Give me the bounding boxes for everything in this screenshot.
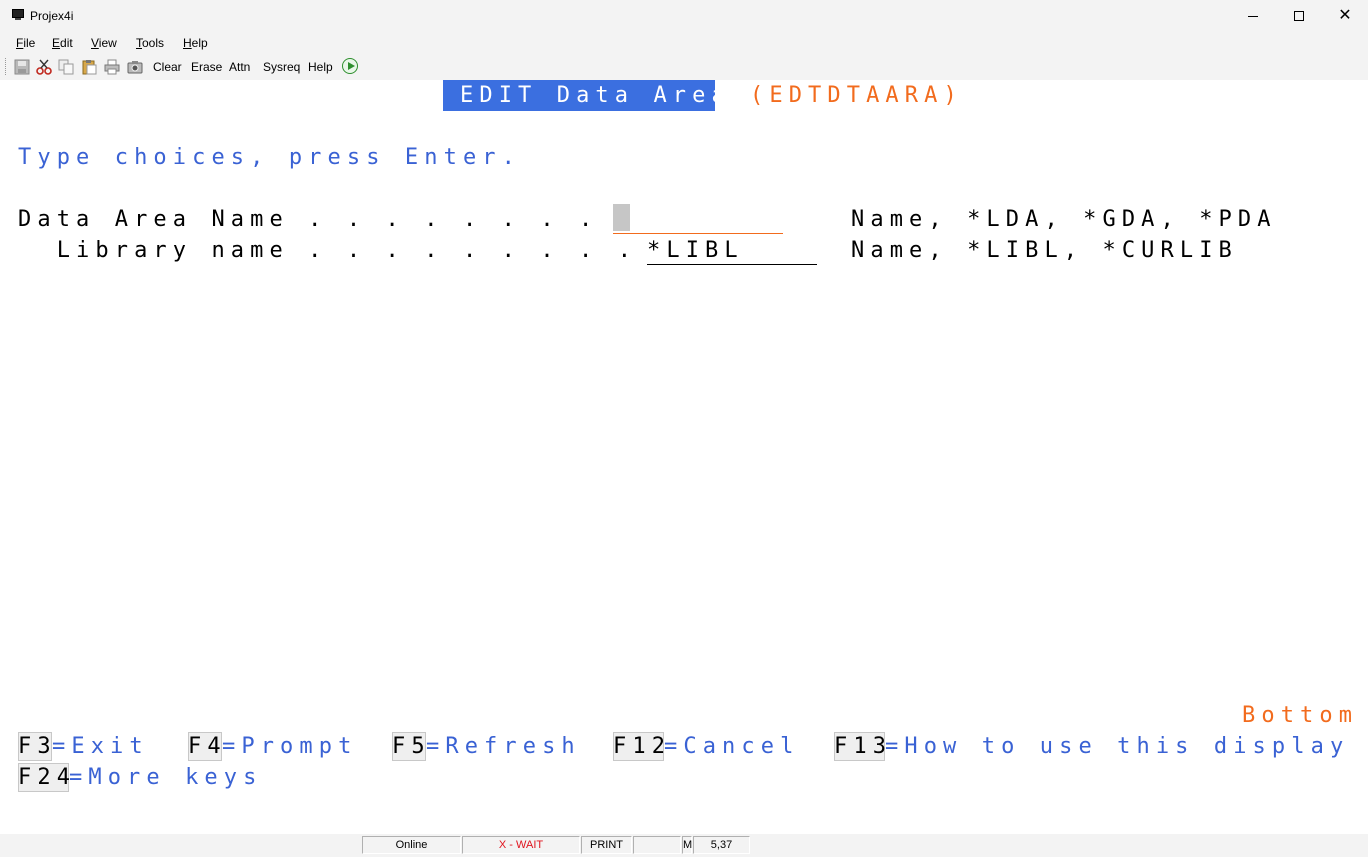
library-name-hint: Name, *LIBL, *CURLIB	[851, 238, 1238, 263]
fkey-f13-text: =How to use this display	[885, 734, 1350, 759]
status-blank	[633, 836, 681, 854]
status-mode: M	[682, 836, 692, 854]
fkey-f13-key: F13	[834, 734, 893, 759]
play-icon[interactable]	[342, 58, 358, 74]
data-area-name-underline	[613, 233, 783, 234]
library-name-label: Library name . . . . . . . . .	[18, 238, 638, 263]
fkey-f12-key: F12	[613, 734, 672, 759]
menu-file[interactable]: File	[16, 36, 35, 50]
sysreq-button[interactable]: Sysreq	[263, 60, 300, 74]
close-icon: ✕	[1338, 7, 1352, 24]
close-button[interactable]: ✕	[1322, 0, 1368, 32]
title-bar: Projex4i ✕	[0, 0, 1368, 32]
attn-button[interactable]: Attn	[229, 60, 250, 74]
menu-view[interactable]: View	[91, 36, 117, 50]
fkey-f12-text: =Cancel	[664, 734, 800, 759]
library-name-input[interactable]: *LIBL	[647, 235, 744, 266]
cut-icon[interactable]	[36, 59, 52, 75]
fkey-f24-key: F24	[18, 765, 77, 790]
status-print: PRINT	[581, 836, 632, 854]
fkey-f24-text: =More keys	[69, 765, 263, 790]
instruction-text: Type choices, press Enter.	[18, 145, 521, 170]
maximize-icon	[1294, 11, 1304, 21]
fkey-f5-text: =Refresh	[426, 734, 581, 759]
camera-icon[interactable]	[127, 59, 143, 75]
copy-icon[interactable]	[58, 59, 74, 75]
help-button[interactable]: Help	[308, 60, 333, 74]
terminal-screen[interactable]: EDIT Data Area (EDTDTAARA) Type choices,…	[0, 80, 1368, 834]
minimize-button[interactable]	[1230, 0, 1276, 32]
menu-help[interactable]: Help	[183, 36, 208, 50]
minimize-icon	[1248, 15, 1258, 17]
screen-title: EDIT Data Area	[460, 83, 731, 108]
app-monitor-icon	[12, 9, 24, 21]
window-title: Projex4i	[30, 9, 74, 23]
text-cursor	[613, 204, 630, 231]
fkey-f4-text: =Prompt	[222, 734, 358, 759]
status-cursor-position: 5,37	[693, 836, 750, 854]
fkey-f4-key: F4	[188, 734, 227, 759]
data-area-name-hint: Name, *LDA, *GDA, *PDA	[851, 207, 1277, 232]
menu-bar: File Edit View Tools Help	[0, 32, 1368, 54]
menu-edit[interactable]: Edit	[52, 36, 73, 50]
print-icon[interactable]	[104, 59, 120, 75]
fkey-f3-key: F3	[18, 734, 57, 759]
maximize-button[interactable]	[1276, 0, 1322, 32]
library-name-underline	[647, 264, 817, 265]
status-connection: Online	[362, 836, 461, 854]
save-icon[interactable]	[14, 59, 30, 75]
status-bar: Online X - WAIT PRINT M 5,37	[0, 834, 1368, 857]
clear-button[interactable]: Clear	[153, 60, 182, 74]
toolbar-grip	[5, 58, 7, 75]
more-indicator: Bottom	[1242, 703, 1359, 728]
fkey-f3-text: =Exit	[52, 734, 149, 759]
menu-tools[interactable]: Tools	[136, 36, 164, 50]
data-area-name-label: Data Area Name . . . . . . . . .	[18, 207, 638, 232]
erase-button[interactable]: Erase	[191, 60, 222, 74]
paste-icon[interactable]	[81, 59, 97, 75]
fkey-f5-key: F5	[392, 734, 431, 759]
status-wait: X - WAIT	[462, 836, 580, 854]
toolbar: Clear Erase Attn Sysreq Help	[0, 54, 1368, 80]
command-name: (EDTDTAARA)	[750, 83, 963, 108]
